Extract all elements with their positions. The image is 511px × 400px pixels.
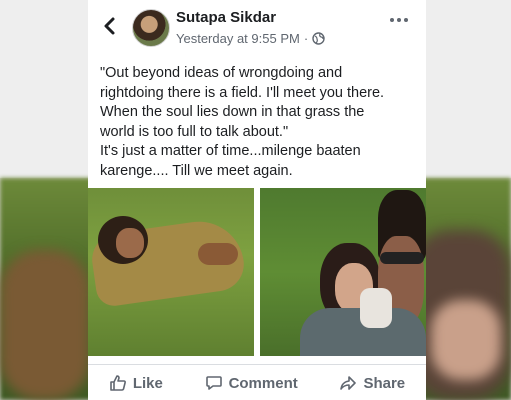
photo-couple-selfie[interactable] [260, 188, 426, 356]
post-text-line: world is too full to talk about." [100, 123, 289, 140]
share-icon [339, 374, 357, 392]
like-label: Like [132, 374, 163, 392]
like-button[interactable]: Like [109, 374, 163, 392]
author-name[interactable]: Sutapa Sikdar [176, 9, 276, 26]
share-label: Share [363, 374, 406, 392]
comment-button[interactable]: Comment [205, 374, 298, 392]
comment-icon [205, 374, 223, 392]
post-header: Sutapa Sikdar Yesterday at 9:55 PM · [88, 0, 426, 56]
facebook-post-card: Sutapa Sikdar Yesterday at 9:55 PM · "Ou… [88, 0, 426, 400]
thumbs-up-icon [109, 374, 127, 392]
background-face-right [431, 300, 501, 380]
avatar[interactable] [132, 9, 170, 47]
post-text-line: When the soul lies down in that grass th… [100, 104, 365, 120]
background-figure-left [0, 250, 90, 400]
timestamp[interactable]: Yesterday at 9:55 PM [176, 31, 300, 46]
share-button[interactable]: Share [339, 374, 405, 392]
photo-grid [88, 188, 426, 356]
post-text: "Out beyond ideas of wrongdoing and righ… [100, 64, 420, 181]
post-text-line: karenge.... Till we meet again. [100, 162, 293, 179]
comment-label: Comment [228, 374, 298, 392]
more-horizontal-icon[interactable] [390, 18, 410, 26]
photo-man-lying-in-grass[interactable] [88, 188, 254, 356]
post-text-line: rightdoing there is a field. I'll meet y… [100, 84, 385, 101]
globe-icon [312, 32, 325, 45]
post-actions-bar: Like Comment Share [88, 364, 426, 400]
chevron-left-icon[interactable] [102, 16, 118, 36]
post-text-line: "Out beyond ideas of wrongdoing and [100, 65, 343, 81]
meta-separator: · [303, 31, 309, 46]
post-text-line: It's just a matter of time...milenge baa… [100, 143, 361, 159]
post-meta: Yesterday at 9:55 PM · [176, 31, 325, 46]
